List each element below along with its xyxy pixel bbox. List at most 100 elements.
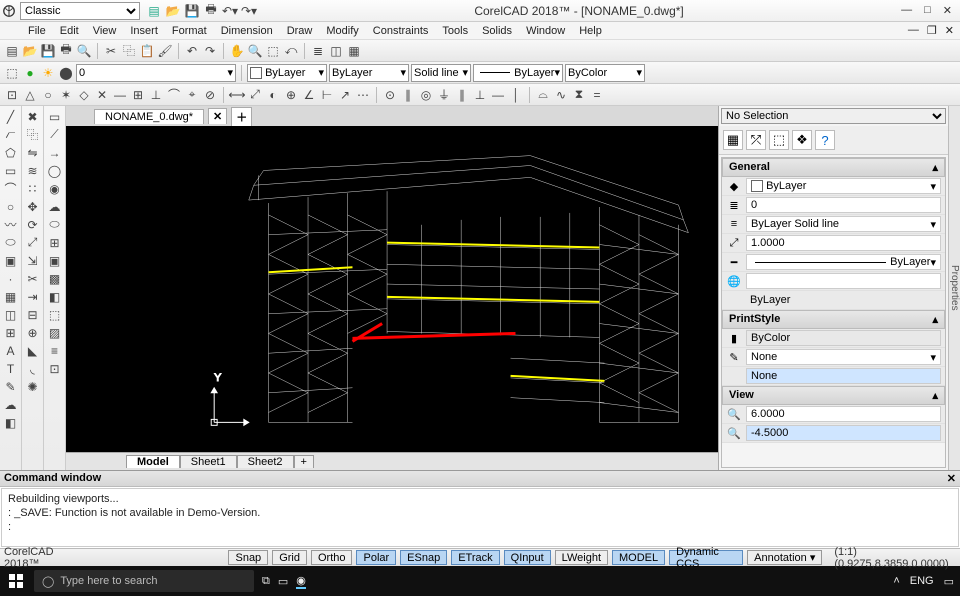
osnap-ins-icon[interactable]: ⊞ bbox=[130, 87, 146, 103]
workspace-selector[interactable]: Classic bbox=[20, 2, 140, 20]
con-sym-icon[interactable]: ⧗ bbox=[571, 87, 587, 103]
status-snap[interactable]: Snap bbox=[228, 550, 268, 565]
close-tab-button[interactable]: ✕ bbox=[208, 108, 227, 124]
status-qinput[interactable]: QInput bbox=[504, 550, 551, 565]
taskbar-app1-icon[interactable]: ▭ bbox=[278, 575, 288, 588]
status-annotation[interactable]: Annotation ▾ bbox=[747, 550, 822, 565]
solidline-combo[interactable]: Solid line▾ bbox=[411, 64, 471, 82]
block-icon[interactable]: ▣ bbox=[3, 252, 19, 269]
prop-scale[interactable]: 1.0000 bbox=[746, 235, 941, 251]
paste-icon[interactable]: 📋 bbox=[139, 43, 155, 59]
rotate-icon[interactable]: ⟳ bbox=[25, 216, 41, 233]
tool-palette-icon[interactable]: ▦ bbox=[346, 43, 362, 59]
print-icon[interactable]: 🖶 bbox=[203, 3, 219, 19]
field-icon[interactable]: ⊡ bbox=[47, 360, 63, 377]
pan-icon[interactable]: ✋ bbox=[229, 43, 245, 59]
prop-view-y[interactable]: -4.5000 bbox=[746, 425, 941, 441]
maximize-button[interactable]: □ bbox=[924, 4, 931, 17]
section-general[interactable]: General▴ bbox=[722, 158, 945, 177]
plotcolor-combo[interactable]: ByColor▾ bbox=[565, 64, 645, 82]
dim-angular-icon[interactable]: ∠ bbox=[301, 87, 317, 103]
menu-insert[interactable]: Insert bbox=[130, 25, 158, 37]
osnap-ext-icon[interactable]: — bbox=[112, 87, 128, 103]
mtext-icon[interactable]: T bbox=[3, 360, 19, 377]
ellipse-icon[interactable]: ⬭ bbox=[3, 234, 19, 251]
layer-lock-icon[interactable]: ⬤ bbox=[58, 65, 74, 81]
osnap-int-icon[interactable]: ✕ bbox=[94, 87, 110, 103]
save-doc-icon[interactable]: 💾 bbox=[40, 43, 56, 59]
dim-radius-icon[interactable]: ◐ bbox=[265, 87, 281, 103]
status-grid[interactable]: Grid bbox=[272, 550, 307, 565]
revcloud-icon[interactable]: ☁ bbox=[47, 198, 63, 215]
dim-leader-icon[interactable]: ↗ bbox=[337, 87, 353, 103]
tray-notify-icon[interactable]: ▭ bbox=[944, 575, 954, 588]
props-icon[interactable]: ≣ bbox=[310, 43, 326, 59]
layer-freeze-icon[interactable]: ☀ bbox=[40, 65, 56, 81]
explode-icon[interactable]: ✺ bbox=[25, 378, 41, 395]
status-esnap[interactable]: ESnap bbox=[400, 550, 447, 565]
trim-icon[interactable]: ✂ bbox=[25, 270, 41, 287]
prop-printcolor[interactable]: ByColor bbox=[746, 330, 941, 346]
xline-icon[interactable]: ⟋ bbox=[47, 126, 63, 143]
mirror-icon[interactable]: ⇋ bbox=[25, 144, 41, 161]
donut-icon[interactable]: ◉ bbox=[47, 180, 63, 197]
prop-color[interactable]: ByLayer▾ bbox=[746, 178, 941, 194]
dim-linear-icon[interactable]: ⟷ bbox=[229, 87, 245, 103]
tray-up-icon[interactable]: ˄ bbox=[893, 575, 899, 587]
fillet-icon[interactable]: ◟ bbox=[25, 360, 41, 377]
match-icon[interactable]: 🖌 bbox=[157, 43, 173, 59]
layer-state-icon[interactable]: ⬚ bbox=[4, 65, 20, 81]
con-perp-icon[interactable]: ⊥ bbox=[472, 87, 488, 103]
menu-constraints[interactable]: Constraints bbox=[373, 25, 429, 37]
osnap-mid-icon[interactable]: △ bbox=[22, 87, 38, 103]
array-icon[interactable]: ∷ bbox=[25, 180, 41, 197]
copy-icon[interactable]: ⿻ bbox=[121, 43, 137, 59]
color-combo[interactable]: ByLayer▾ bbox=[247, 64, 327, 82]
open-icon[interactable]: 📂 bbox=[165, 3, 181, 19]
arc-icon[interactable]: ⌒ bbox=[3, 180, 19, 197]
mdi-restore-button[interactable]: ❐ bbox=[927, 24, 937, 37]
osnap-tan-icon[interactable]: ⌒ bbox=[166, 87, 182, 103]
properties-dock-tab[interactable]: Properties bbox=[948, 106, 960, 470]
osnap-center-icon[interactable]: ○ bbox=[40, 87, 56, 103]
makebk-icon[interactable]: ▣ bbox=[47, 252, 63, 269]
prop-hyperlink[interactable] bbox=[746, 273, 941, 289]
rect-icon[interactable]: ▭ bbox=[3, 162, 19, 179]
tab-sheet2[interactable]: Sheet2 bbox=[237, 455, 294, 468]
aligntext-icon[interactable]: ≡ bbox=[47, 342, 63, 359]
boundary-icon[interactable]: ⬚ bbox=[47, 306, 63, 323]
dim-continue-icon[interactable]: ⋯ bbox=[355, 87, 371, 103]
prop-printtable[interactable]: None bbox=[746, 368, 941, 384]
ellipse2-icon[interactable]: ⬭ bbox=[47, 216, 63, 233]
status-polar[interactable]: Polar bbox=[356, 550, 396, 565]
ray-icon[interactable]: → bbox=[47, 144, 63, 161]
gradient-icon[interactable]: ◧ bbox=[47, 288, 63, 305]
undo-icon[interactable]: ↶▾ bbox=[222, 3, 238, 19]
layer-combo[interactable]: 0▾ bbox=[76, 64, 236, 82]
erase-icon[interactable]: ✖ bbox=[25, 108, 41, 125]
add-tab-button[interactable]: ＋ bbox=[231, 107, 252, 126]
menu-window[interactable]: Window bbox=[526, 25, 565, 37]
linestyle-combo[interactable]: ByLayer▾ bbox=[329, 64, 409, 82]
prop-pick-icon[interactable]: ▦ bbox=[723, 130, 743, 150]
tab-model[interactable]: Model bbox=[126, 455, 180, 468]
status-ortho[interactable]: Ortho bbox=[311, 550, 353, 565]
copy2-icon[interactable]: ⿻ bbox=[25, 126, 41, 143]
save-icon[interactable]: 💾 bbox=[184, 3, 200, 19]
chamfer-icon[interactable]: ◣ bbox=[25, 342, 41, 359]
selection-combo[interactable]: No Selection bbox=[721, 108, 946, 124]
tray-lang[interactable]: ENG bbox=[910, 575, 934, 587]
minimize-button[interactable]: — bbox=[901, 4, 912, 17]
polygon-icon[interactable]: ⬠ bbox=[3, 144, 19, 161]
text-icon[interactable]: A bbox=[3, 342, 19, 359]
cloud-icon[interactable]: ☁ bbox=[3, 396, 19, 413]
zoom-window-icon[interactable]: ⬚ bbox=[265, 43, 281, 59]
menu-file[interactable]: File bbox=[28, 25, 46, 37]
prop-select-icon[interactable]: ⬚ bbox=[769, 130, 789, 150]
status-model[interactable]: MODEL bbox=[612, 550, 665, 565]
command-output[interactable]: Rebuilding viewports... : _SAVE: Functio… bbox=[1, 488, 959, 547]
con-coincident-icon[interactable]: ⊙ bbox=[382, 87, 398, 103]
status-lweight[interactable]: LWeight bbox=[555, 550, 608, 565]
menu-modify[interactable]: Modify bbox=[326, 25, 358, 37]
dim-aligned-icon[interactable]: ⤢ bbox=[247, 87, 263, 103]
